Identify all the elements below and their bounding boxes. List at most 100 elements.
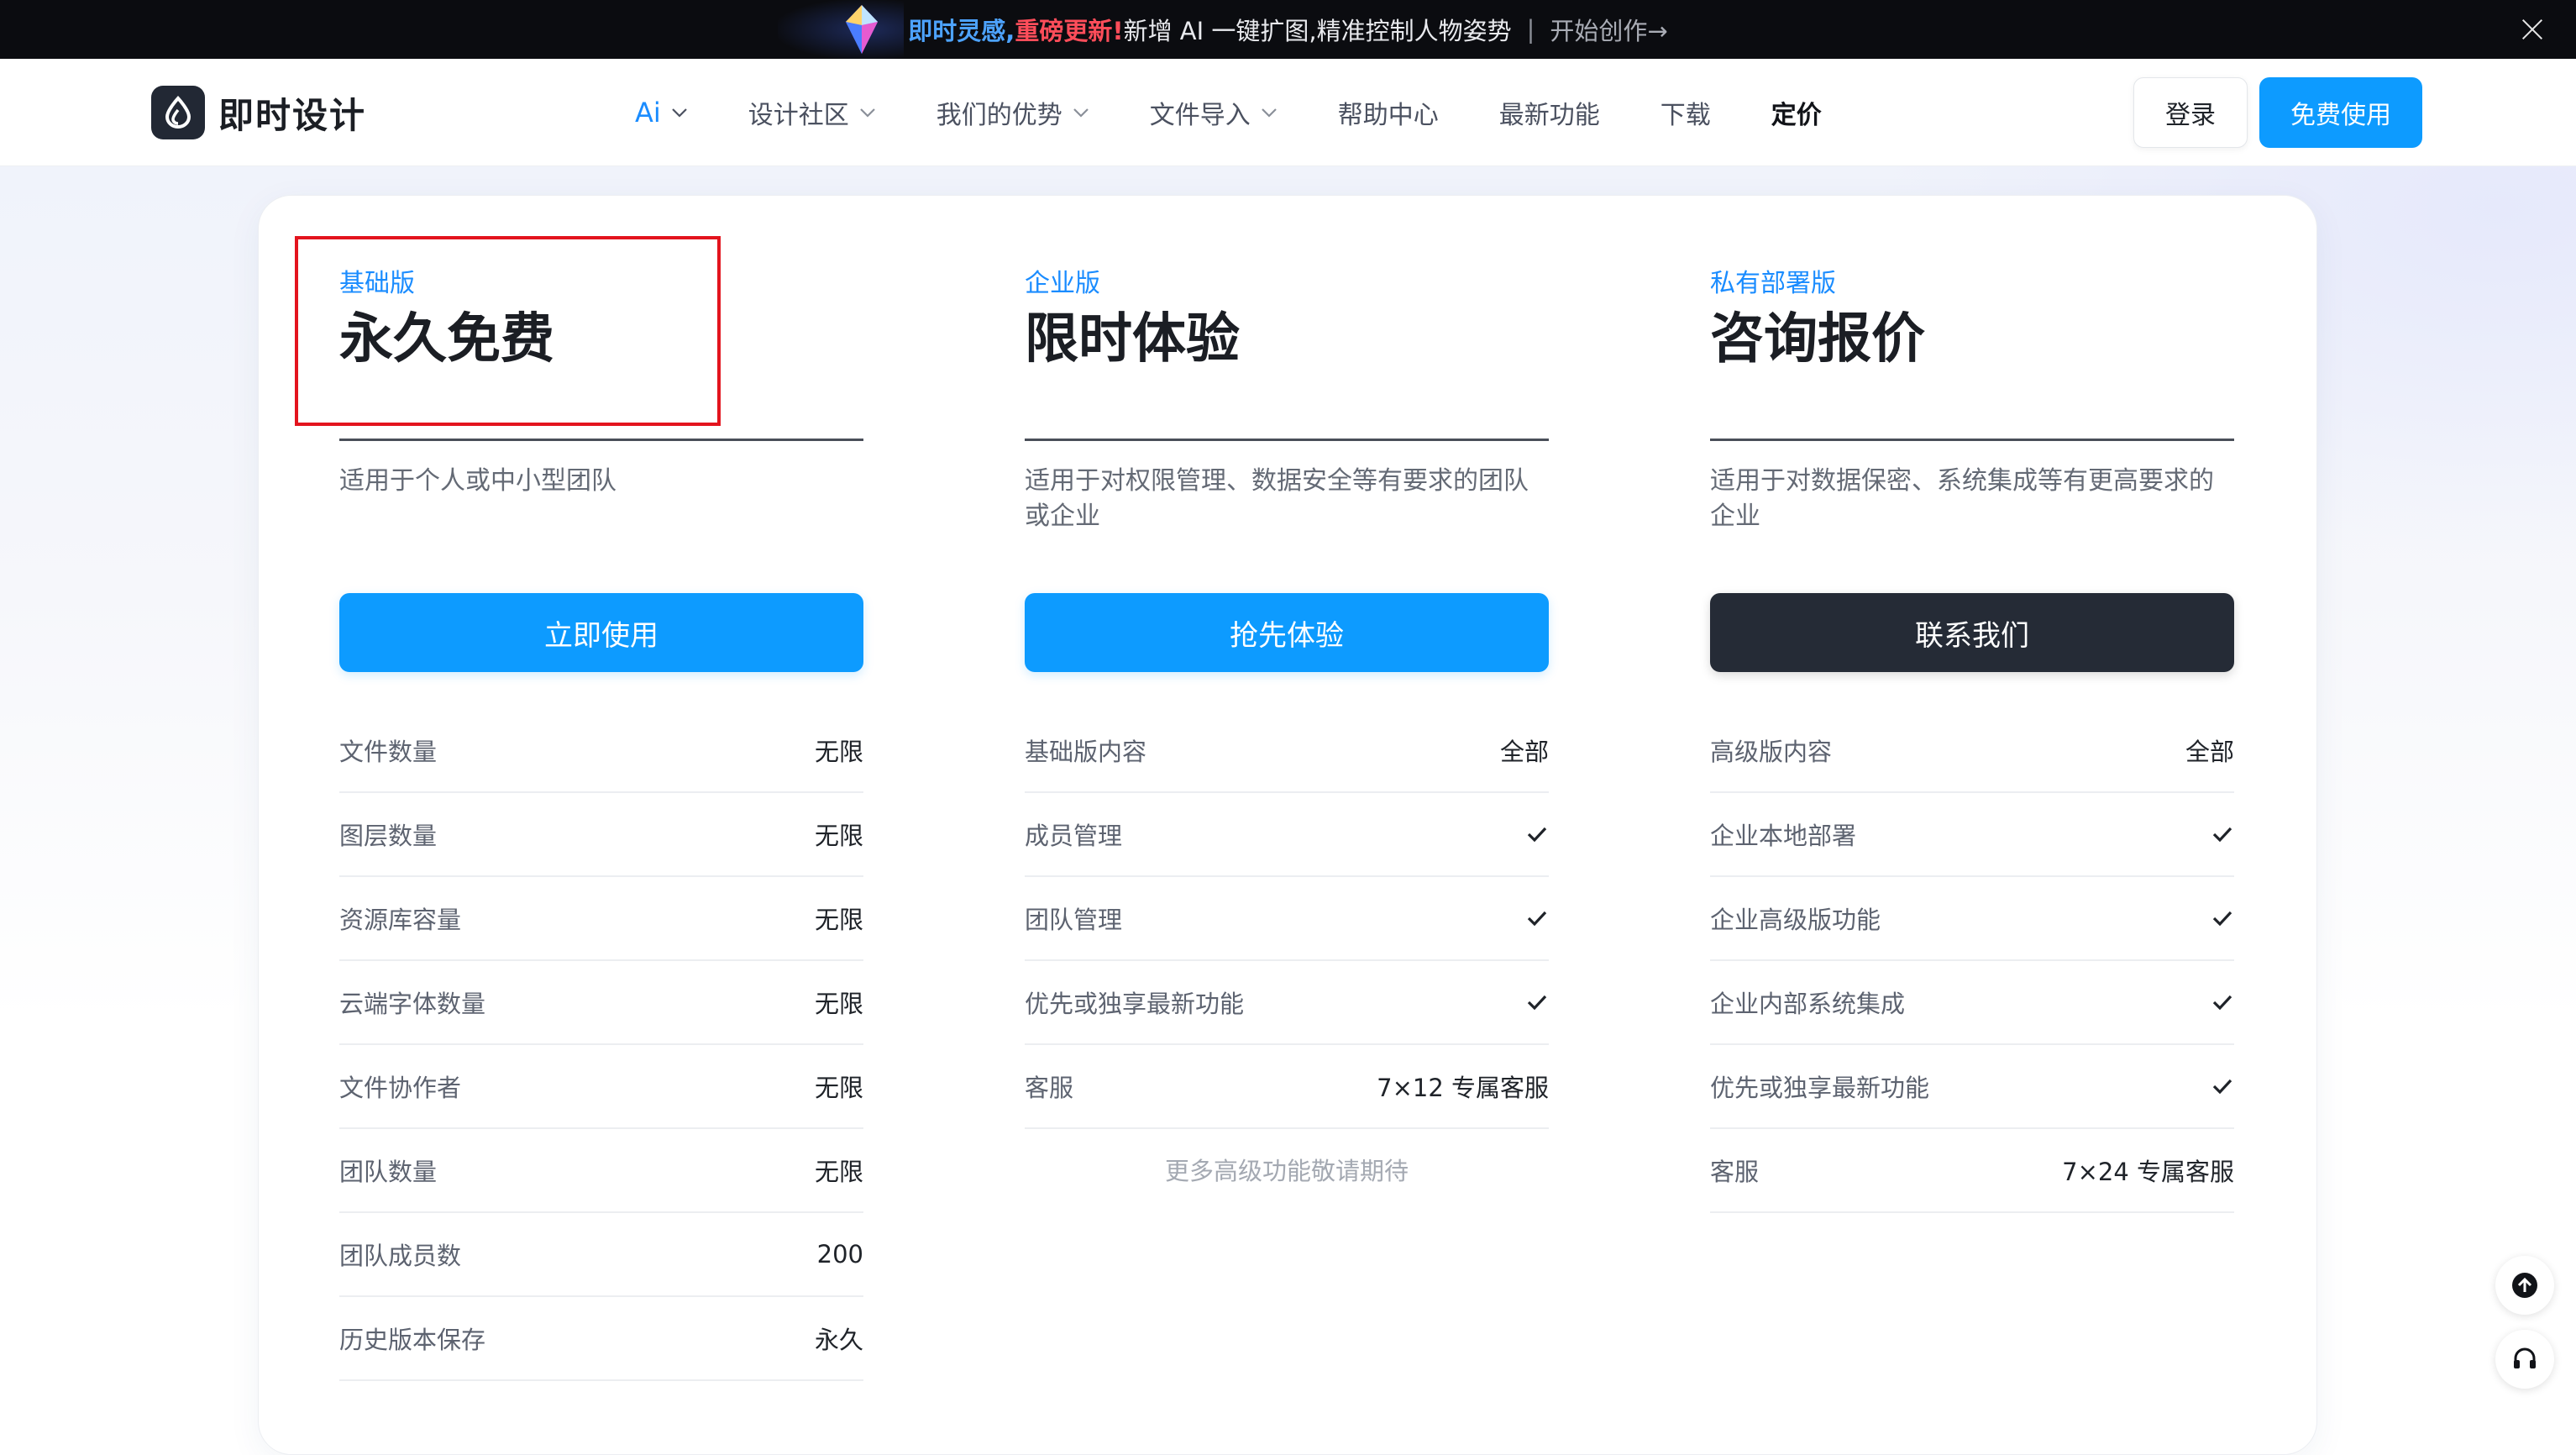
- nav-item-download[interactable]: 下载: [1660, 94, 1711, 131]
- feature-row: 团队数量 无限: [339, 1129, 863, 1213]
- feature-value: 无限: [814, 990, 863, 1018]
- feature-value: 7×24 专属客服: [2062, 1158, 2234, 1186]
- feature-value: 全部: [1499, 738, 1549, 766]
- plan-tier: 私有部署版: [1710, 269, 1836, 298]
- feature-list: 文件数量 无限 图层数量 无限 资源库容量 无限 云端字体数量 无限 文件协作者 无限 团…: [339, 709, 863, 1381]
- feature-row: 优先或独享最新功能: [1025, 961, 1549, 1045]
- feature-list: 高级版内容 全部 企业本地部署 企业高级版功能 企业内部系统集成 优先或独享最新功…: [1710, 709, 2234, 1213]
- feature-row: 客服 7×24 专属客服: [1710, 1129, 2234, 1213]
- feature-row: 云端字体数量 无限: [339, 961, 863, 1045]
- feature-value: 无限: [814, 1074, 863, 1102]
- divider: [339, 439, 863, 441]
- feature-name: 企业高级版功能: [1710, 906, 1881, 934]
- nav-item-new-features[interactable]: 最新功能: [1499, 94, 1600, 131]
- feature-name: 优先或独享最新功能: [1710, 1074, 1930, 1102]
- feature-name: 图层数量: [339, 822, 438, 850]
- feature-row: 基础版内容 全部: [1025, 709, 1549, 793]
- nav-item-pricing[interactable]: 定价: [1771, 94, 1822, 131]
- feature-row: 企业内部系统集成: [1710, 961, 2234, 1045]
- nav-item-label: 帮助中心: [1337, 101, 1439, 130]
- feature-row: 历史版本保存 永久: [339, 1297, 863, 1381]
- feature-value: 全部: [2185, 738, 2234, 766]
- back-to-top-button[interactable]: [2495, 1256, 2554, 1315]
- headset-icon: [2514, 1347, 2536, 1368]
- nav-item-help[interactable]: 帮助中心: [1338, 94, 1439, 131]
- arrow-up-icon: [2512, 1273, 2537, 1298]
- feature-name: 文件协作者: [339, 1074, 462, 1102]
- feature-name: 文件数量: [339, 738, 438, 766]
- free-use-button[interactable]: 免费使用: [2259, 77, 2422, 148]
- nav-item-ai[interactable]: Ai: [635, 97, 688, 129]
- logo-icon: [151, 86, 205, 139]
- feature-name: 优先或独享最新功能: [1025, 990, 1245, 1018]
- check-icon: [2212, 995, 2232, 1011]
- divider: [1710, 439, 2234, 441]
- feature-row: 企业高级版功能: [1710, 877, 2234, 961]
- logo[interactable]: 即时设计: [151, 86, 366, 139]
- feature-value: 永久: [814, 1326, 863, 1354]
- more-features-note: 更多高级功能敬请期待: [1164, 1157, 1409, 1185]
- feature-name: 团队成员数: [339, 1242, 462, 1270]
- nav-item-import[interactable]: 文件导入: [1150, 94, 1278, 131]
- chevron-down-icon: [672, 108, 687, 118]
- feature-value: 无限: [814, 906, 863, 934]
- feature-row: 高级版内容 全部: [1710, 709, 2234, 793]
- feature-row: 团队成员数 200: [339, 1213, 863, 1297]
- feature-name: 企业本地部署: [1710, 822, 1857, 850]
- feature-name: 企业内部系统集成: [1710, 990, 1906, 1018]
- plan-description: 适用于个人或中小型团队: [339, 466, 616, 496]
- feature-value: 200: [816, 1240, 863, 1269]
- banner-cta-link[interactable]: 开始创作→: [1550, 12, 1667, 47]
- check-icon: [1527, 911, 1547, 927]
- nav-item-community[interactable]: 设计社区: [748, 94, 876, 131]
- feature-value: 无限: [814, 738, 863, 766]
- check-icon: [1527, 995, 1547, 1011]
- feature-row: 文件数量 无限: [339, 709, 863, 793]
- feature-name: 历史版本保存: [339, 1326, 486, 1354]
- feature-name: 资源库容量: [339, 906, 462, 934]
- plan-private-deployment: 私有部署版 咨询报价 适用于对数据保密、系统集成等有更高要求的企业 联系我们 高…: [1710, 267, 2234, 1213]
- feature-name: 云端字体数量: [339, 990, 486, 1018]
- plan-description: 适用于对权限管理、数据安全等有要求的团队或企业: [1025, 466, 1529, 531]
- try-first-button[interactable]: 抢先体验: [1025, 593, 1549, 672]
- chevron-down-icon: [860, 108, 875, 118]
- feature-row: 客服 7×12 专属客服: [1025, 1045, 1549, 1129]
- feature-list: 基础版内容 全部 成员管理 团队管理 优先或独享最新功能 客服 7×12 专属客服 …: [1025, 709, 1549, 1213]
- divider: [1025, 439, 1549, 441]
- highlight-box: [295, 236, 721, 426]
- feature-row: 成员管理: [1025, 793, 1549, 877]
- plan-price: 限时体验: [1025, 308, 1240, 370]
- chevron-down-icon: [1073, 108, 1089, 118]
- feature-name: 客服: [1710, 1158, 1760, 1186]
- feature-row: 文件协作者 无限: [339, 1045, 863, 1129]
- feature-value: 7×12 专属客服: [1377, 1074, 1549, 1102]
- check-icon: [2212, 1079, 2232, 1095]
- feature-row: 团队管理: [1025, 877, 1549, 961]
- nav-item-label: Ai: [635, 97, 661, 129]
- customer-service-button[interactable]: [2495, 1330, 2554, 1389]
- plan-price: 咨询报价: [1710, 308, 1925, 370]
- feature-name: 成员管理: [1025, 822, 1123, 850]
- promo-banner[interactable]: 即时灵感, 重磅更新! 新增 AI 一键扩图,精准控制人物姿势 | 开始创作→: [0, 0, 2576, 59]
- plan-description: 适用于对数据保密、系统集成等有更高要求的企业: [1710, 466, 2214, 531]
- plan-enterprise: 企业版 限时体验 适用于对权限管理、数据安全等有要求的团队或企业 抢先体验 基础…: [1025, 267, 1549, 1185]
- contact-us-button[interactable]: 联系我们: [1710, 593, 2234, 672]
- nav-item-label: 下载: [1660, 101, 1711, 130]
- check-icon: [2212, 827, 2232, 843]
- feature-row: 优先或独享最新功能: [1710, 1045, 2234, 1129]
- check-icon: [1527, 827, 1547, 843]
- check-icon: [2212, 911, 2232, 927]
- banner-highlight-2: 重磅更新!: [1015, 17, 1124, 45]
- crystal-icon: [846, 5, 879, 54]
- nav-item-advantages[interactable]: 我们的优势: [936, 94, 1089, 131]
- feature-name: 团队数量: [339, 1158, 438, 1186]
- banner-separator: |: [1526, 15, 1535, 44]
- banner-message: 新增 AI 一键扩图,精准控制人物姿势: [1123, 17, 1512, 45]
- start-now-button[interactable]: 立即使用: [339, 593, 863, 672]
- banner-highlight-1: 即时灵感,: [908, 17, 1015, 45]
- feature-row: 企业本地部署: [1710, 793, 2234, 877]
- login-button[interactable]: 登录: [2133, 77, 2248, 148]
- feature-name: 基础版内容: [1025, 738, 1147, 766]
- nav-item-label: 设计社区: [748, 101, 849, 130]
- close-icon[interactable]: [2517, 14, 2547, 45]
